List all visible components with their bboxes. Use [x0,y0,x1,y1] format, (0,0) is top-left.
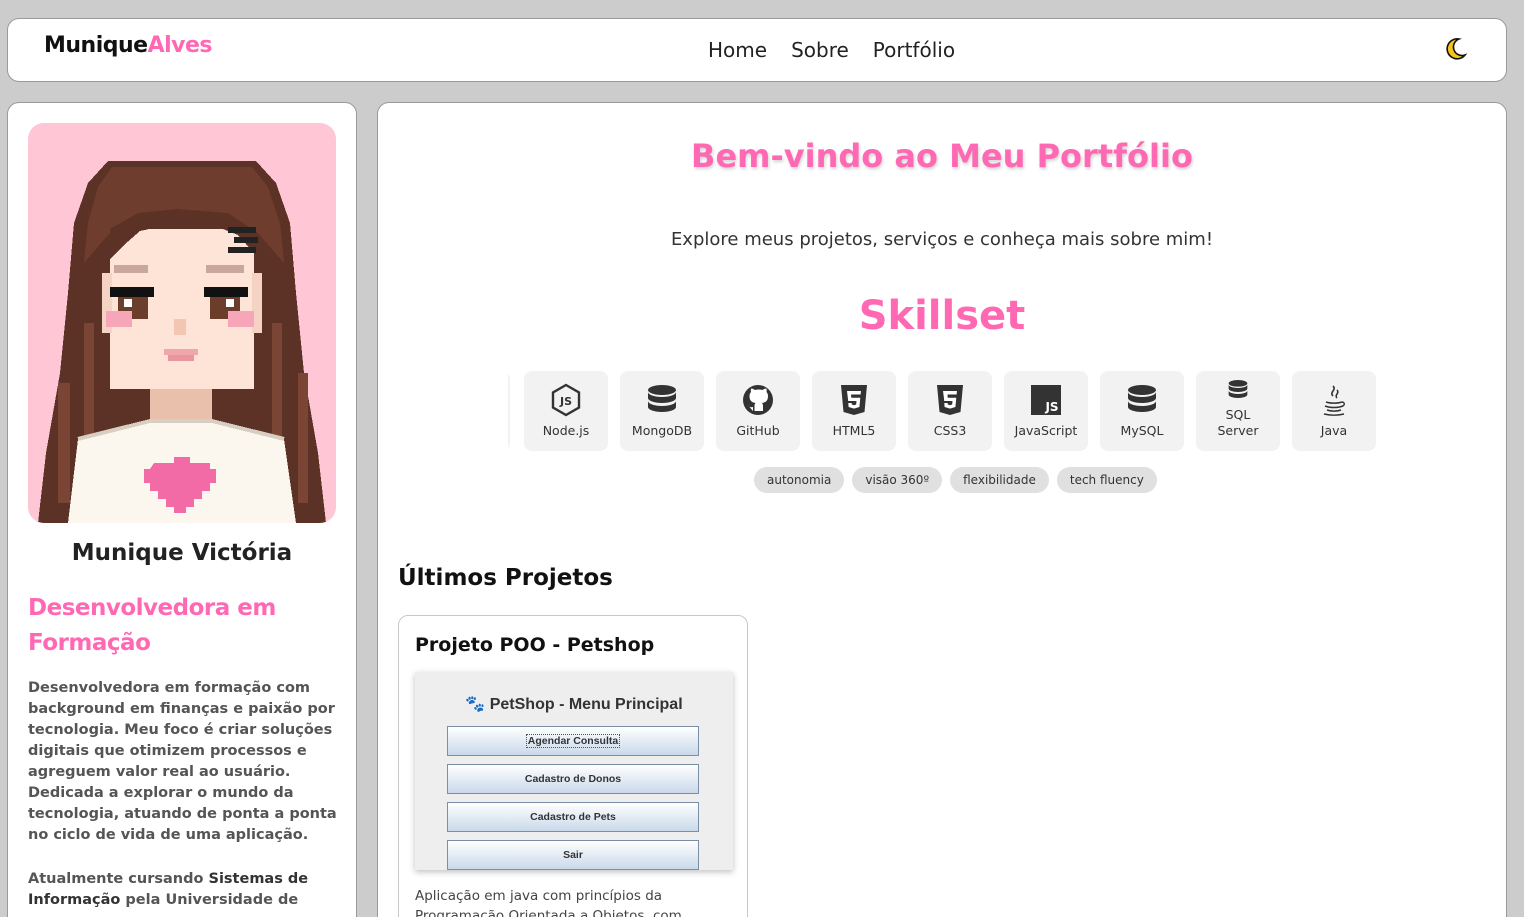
skill-card-javascript[interactable]: JS JavaScript [1004,371,1088,451]
nodejs-icon: JS [549,383,583,417]
skill-label: HTML5 [832,423,876,438]
nav-link-home[interactable]: Home [708,38,767,62]
profile-education: Atualmente cursando Sistemas de Informaç… [28,869,340,911]
skill-card-nodejs[interactable]: JS Node.js [524,371,608,451]
database-icon [1221,377,1255,403]
skill-label: Java [1320,423,1348,438]
education-suffix: pela Universidade de [120,892,299,908]
skill-label: MySQL [1120,423,1164,438]
tag-visao-360[interactable]: visão 360º [852,467,943,493]
education-prefix: Atualmente cursando [28,871,209,887]
logo-first-name: Munique [44,33,148,58]
tag-autonomia[interactable]: autonomia [754,467,845,493]
skill-label: CSS3 [933,423,967,438]
pixel-avatar-image [38,161,326,523]
moon-icon [1446,38,1468,60]
github-icon [741,383,775,417]
screenshot-button-donos: Cadastro de Donos [447,764,699,794]
skill-card-mysql[interactable]: MySQL [1100,371,1184,451]
main-content: Bem-vindo ao Meu Portfólio Explore meus … [377,102,1507,917]
skill-card-html5[interactable]: HTML5 [812,371,896,451]
project-screenshot: 🐾 PetShop - Menu Principal Agendar Consu… [415,672,733,870]
screenshot-button-label: Agendar Consulta [525,734,621,748]
skill-card-sqlserver[interactable]: SQL Server [1196,371,1280,451]
profile-bio: Desenvolvedora em formação com backgroun… [28,680,337,843]
java-icon [1317,383,1351,417]
screenshot-window-title: 🐾 PetShop - Menu Principal [465,696,683,713]
top-navbar: MuniqueAlves Home Sobre Portfólio [7,18,1507,82]
skills-carousel[interactable]: JS Node.js MongoDB GitHub HTML5 CSS3 JS … [508,371,1378,453]
screenshot-button-agendar: Agendar Consulta [447,726,699,756]
skill-label: Node.js [542,423,590,438]
css3-icon [933,383,967,417]
javascript-icon: JS [1029,383,1063,417]
profile-sidebar: Munique Victória Desenvolvedora em Forma… [7,102,357,917]
skill-card-github[interactable]: GitHub [716,371,800,451]
screenshot-button-pets: Cadastro de Pets [447,802,699,832]
screenshot-button-label: Cadastro de Donos [524,773,622,785]
skill-label: GitHub [736,423,780,438]
tag-tech-fluency[interactable]: tech fluency [1056,467,1157,493]
profile-name: Munique Victória [71,540,293,566]
welcome-title: Bem-vindo ao Meu Portfólio [691,137,1193,175]
nav-link-portfolio[interactable]: Portfólio [873,38,955,62]
skill-card-java[interactable]: Java [1292,371,1376,451]
skill-card-css3[interactable]: CSS3 [908,371,992,451]
avatar [28,123,336,523]
html5-icon [837,383,871,417]
skill-label: MongoDB [631,423,693,438]
screenshot-button-label: Cadastro de Pets [530,811,616,823]
skill-label: SQL Server [1217,407,1259,438]
welcome-subtitle: Explore meus projetos, serviços e conheç… [670,229,1214,250]
svg-text:JS: JS [559,395,572,408]
main-nav: Home Sobre Portfólio [708,38,955,62]
project-title: Projeto POO - Petshop [415,634,655,656]
database-icon [645,383,679,417]
svg-text:JS: JS [1044,400,1058,414]
skill-card-mongodb[interactable]: MongoDB [620,371,704,451]
projects-section-title: Últimos Projetos [398,565,613,591]
screenshot-button-label: Sair [563,849,583,861]
database-icon [1125,383,1159,417]
skillset-title: Skillset [858,293,1026,339]
screenshot-button-sair: Sair [447,840,699,870]
soft-skill-tags: autonomia visão 360º flexibilidade tech … [754,467,1157,493]
tag-flexibilidade[interactable]: flexibilidade [950,467,1049,493]
logo-last-name: Alves [147,33,213,58]
skill-label: JavaScript [1014,423,1078,438]
profile-role: Desenvolvedora em Formação [28,595,276,656]
theme-toggle-button[interactable] [1440,34,1470,64]
nav-link-sobre[interactable]: Sobre [791,38,849,62]
project-card[interactable]: Projeto POO - Petshop 🐾 PetShop - Menu P… [398,615,748,917]
skill-card-partial[interactable] [508,371,510,451]
site-logo[interactable]: MuniqueAlves [44,33,213,58]
project-description: Aplicação em java com princípios da Prog… [415,888,682,917]
